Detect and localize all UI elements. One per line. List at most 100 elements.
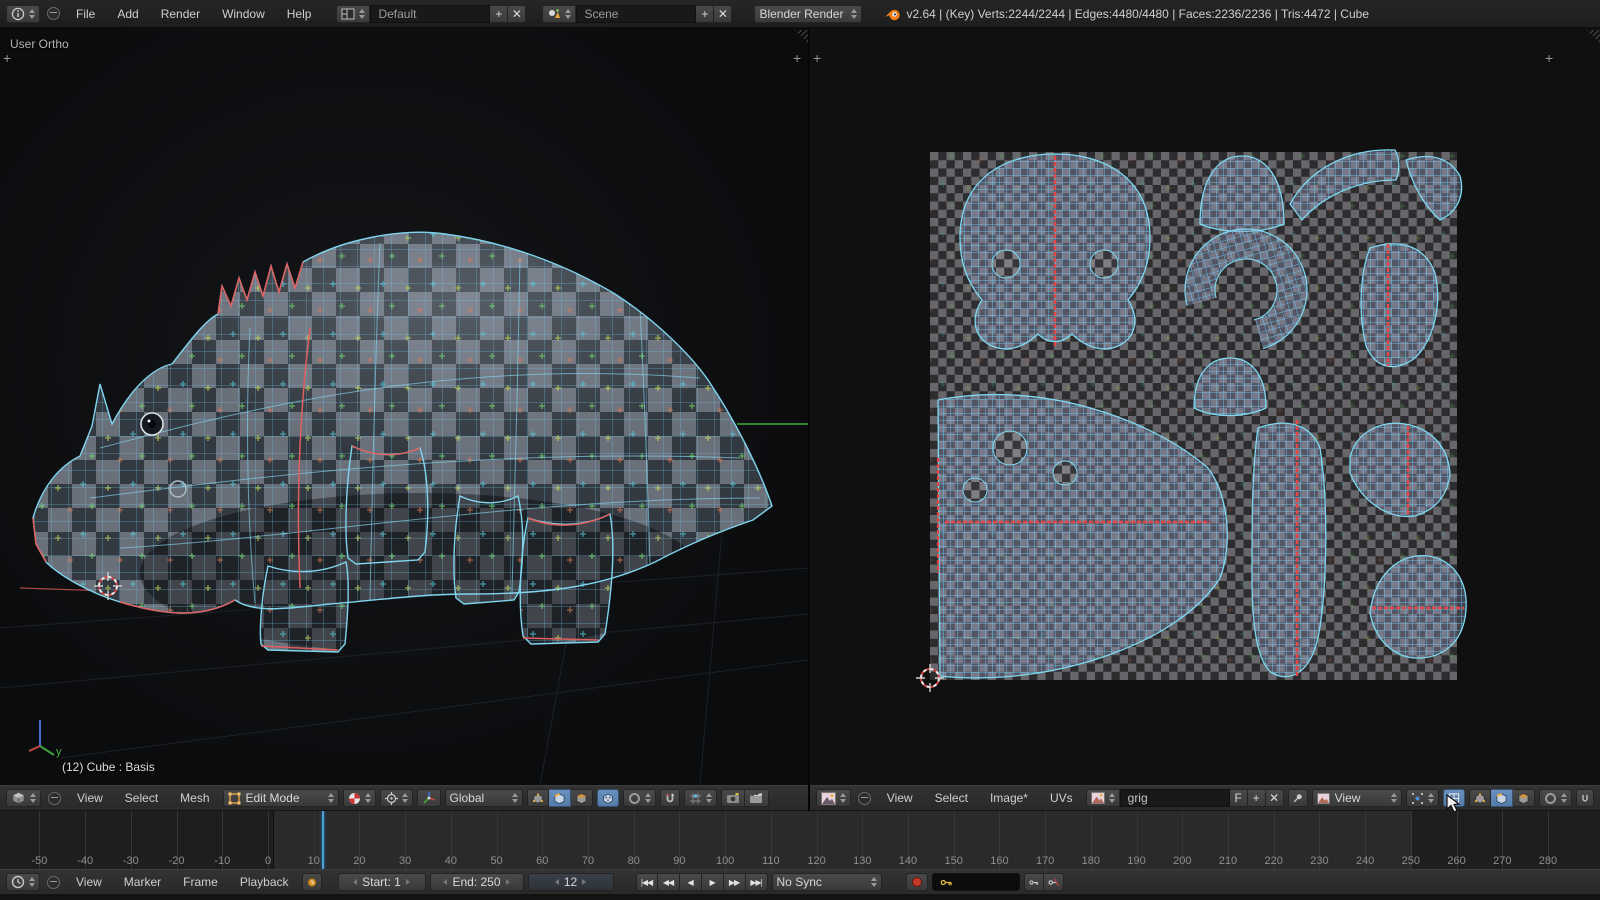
image-new-button[interactable]: + — [1248, 789, 1266, 807]
insert-keyframe-button[interactable] — [1024, 873, 1044, 891]
opengl-render-anim-button[interactable] — [745, 789, 769, 807]
menu-uvs[interactable]: UVs — [1041, 785, 1082, 811]
scene-statistics: v2.64 | (Key) Verts:2244/2244 | Edges:44… — [906, 7, 1369, 21]
timeline-current-frame-cursor[interactable] — [322, 811, 324, 869]
uv-pivot-select[interactable] — [1406, 789, 1439, 807]
opengl-render-still-button[interactable] — [721, 789, 745, 807]
editor-type-button-uv[interactable] — [816, 789, 851, 807]
screen-layout-name-field[interactable]: Default — [370, 5, 490, 23]
occlude-icon — [602, 792, 614, 805]
start-frame-field[interactable]: Start: 1 — [338, 873, 426, 891]
transform-orientation-select[interactable]: Global — [445, 789, 523, 807]
vertex-select-mode-button[interactable] — [1469, 789, 1491, 807]
display-channels-select[interactable]: View — [1312, 789, 1402, 807]
menu-file[interactable]: File — [67, 1, 104, 27]
uv-editor-canvas[interactable] — [810, 28, 1600, 785]
area-divider[interactable] — [808, 28, 810, 811]
region-toggle-plus[interactable]: + — [813, 52, 821, 64]
uv-image-editor[interactable] — [810, 28, 1600, 785]
timeline-track[interactable]: -50-40-30-20-100102030405060708090100110… — [0, 811, 1600, 869]
cube-editor-icon — [11, 791, 26, 805]
uv-sync-selection-toggle[interactable] — [1443, 789, 1465, 807]
mode-select[interactable]: Edit Mode — [223, 789, 339, 807]
scene-name-field[interactable]: Scene — [576, 5, 696, 23]
header-collapse-button[interactable] — [47, 876, 60, 889]
scene-add-button[interactable]: + — [696, 5, 714, 23]
menu-select[interactable]: Select — [926, 785, 977, 811]
editor-type-button-3d[interactable] — [6, 789, 41, 807]
image-pin-toggle[interactable] — [1288, 789, 1308, 807]
play-button[interactable]: ▶ — [702, 873, 724, 891]
menu-select[interactable]: Select — [116, 785, 167, 811]
occlude-geometry-toggle[interactable] — [597, 789, 619, 807]
uv-snap-toggle[interactable] — [1576, 789, 1594, 807]
editor-type-button-timeline[interactable] — [6, 873, 40, 891]
screen-layout-browse-button[interactable] — [336, 5, 370, 23]
vertex-mode-icon — [532, 792, 544, 805]
scene-delete-button[interactable]: ✕ — [714, 5, 732, 23]
frame-tick-label: 10 — [308, 855, 320, 867]
menu-view[interactable]: View — [878, 785, 922, 811]
menu-view[interactable]: View — [67, 869, 111, 895]
image-browse-button[interactable] — [1086, 789, 1120, 807]
orientation-value: Global — [450, 791, 485, 805]
screen-layout-add-button[interactable]: + — [490, 5, 508, 23]
pivot-point-select[interactable] — [380, 789, 413, 807]
header-collapse-button[interactable] — [47, 7, 60, 20]
region-toggle-plus[interactable]: + — [793, 52, 801, 64]
play-reverse-button[interactable]: ◀ — [680, 873, 702, 891]
image-name-field[interactable]: grig — [1120, 789, 1230, 807]
menu-help[interactable]: Help — [278, 1, 321, 27]
menu-add[interactable]: Add — [108, 1, 147, 27]
viewport-3d[interactable]: User Ortho (12) Cube : Basis y — [0, 28, 808, 785]
menu-render[interactable]: Render — [152, 1, 209, 27]
edit-mesh-model[interactable] — [0, 198, 808, 708]
manipulator-toggle[interactable] — [417, 789, 441, 807]
vertex-select-mode-button[interactable] — [527, 789, 549, 807]
scene-browse-button[interactable] — [542, 5, 576, 23]
viewport-shading-select[interactable] — [343, 789, 376, 807]
jump-to-start-button[interactable]: |◀◀ — [636, 873, 658, 891]
snap-element-select[interactable] — [684, 789, 717, 807]
proportional-edit-select[interactable] — [623, 789, 656, 807]
info-header-bar: File Add Render Window Help Default + ✕ — [0, 0, 1600, 28]
menu-image[interactable]: Image* — [981, 785, 1037, 811]
fake-user-button[interactable]: F — [1230, 789, 1248, 807]
magnet-icon — [1581, 792, 1589, 805]
keying-set-field[interactable] — [932, 873, 1020, 891]
region-toggle-plus[interactable]: + — [3, 52, 11, 64]
face-select-mode-button[interactable] — [571, 789, 593, 807]
dropdown-arrows-icon — [851, 9, 857, 19]
image-unlink-button[interactable]: ✕ — [1266, 789, 1284, 807]
region-toggle-plus[interactable]: + — [1545, 52, 1553, 64]
proportional-edit-select[interactable] — [1539, 789, 1572, 807]
render-engine-select[interactable]: Blender Render — [754, 5, 862, 23]
preview-range-toggle[interactable] — [302, 873, 322, 891]
jump-to-end-button[interactable]: ▶▶| — [746, 873, 768, 891]
edge-select-mode-button[interactable] — [1491, 789, 1513, 807]
current-frame-field[interactable]: 12 — [528, 873, 614, 891]
prev-keyframe-button[interactable]: ◀◀ — [658, 873, 680, 891]
uv-editor-header: View Select Image* UVs grig F + ✕ — [810, 785, 1600, 811]
menu-frame[interactable]: Frame — [174, 869, 227, 895]
av-sync-select[interactable]: No Sync — [772, 873, 882, 891]
menu-marker[interactable]: Marker — [115, 869, 170, 895]
dropdown-arrows-icon — [29, 877, 35, 887]
auto-keyframe-record-button[interactable] — [906, 873, 928, 891]
menu-window[interactable]: Window — [213, 1, 274, 27]
menu-playback[interactable]: Playback — [231, 869, 298, 895]
menu-view[interactable]: View — [68, 785, 112, 811]
info-editor-type-button[interactable] — [6, 5, 40, 23]
header-collapse-button[interactable] — [48, 792, 61, 805]
header-collapse-button[interactable] — [858, 792, 871, 805]
screen-layout-delete-button[interactable]: ✕ — [508, 5, 526, 23]
dropdown-arrows-icon — [1428, 793, 1434, 803]
face-select-mode-button[interactable] — [1513, 789, 1535, 807]
delete-keyframe-button[interactable] — [1044, 873, 1064, 891]
viewport-3d-canvas[interactable] — [0, 28, 808, 785]
end-frame-field[interactable]: End: 250 — [430, 873, 524, 891]
snap-toggle[interactable] — [660, 789, 680, 807]
next-keyframe-button[interactable]: ▶▶ — [724, 873, 746, 891]
menu-mesh[interactable]: Mesh — [171, 785, 218, 811]
edge-select-mode-button[interactable] — [549, 789, 571, 807]
